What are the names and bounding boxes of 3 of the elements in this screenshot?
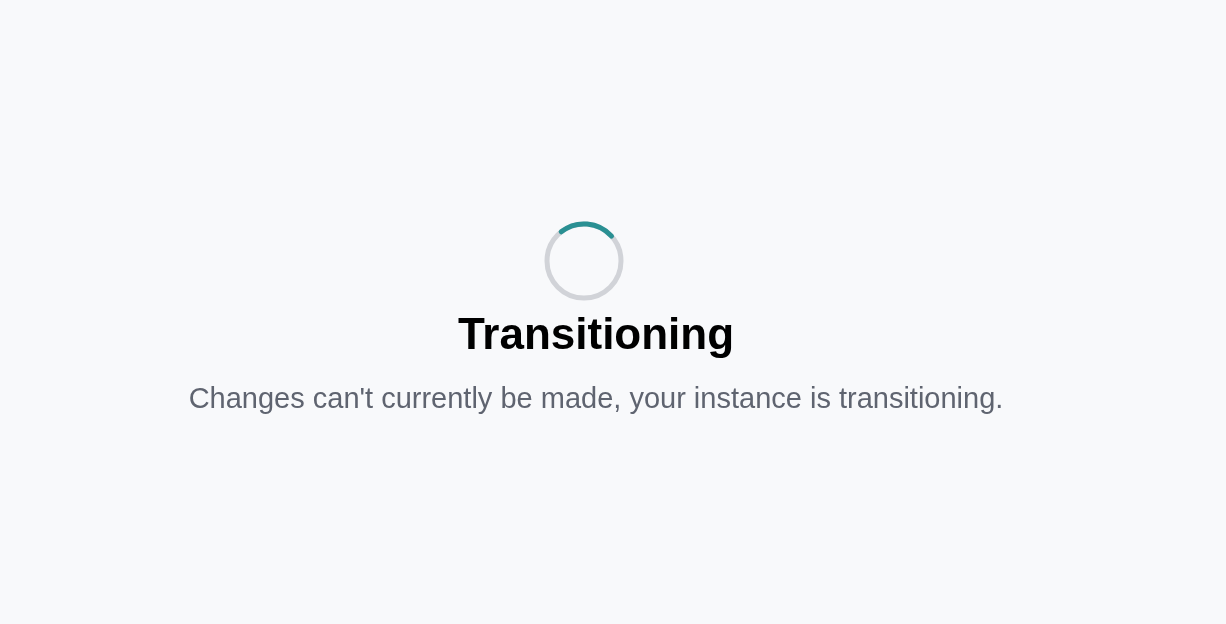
status-message: Changes can't currently be made, your instance is transitioning. xyxy=(188,381,1004,416)
page-title: Transitioning xyxy=(457,308,735,360)
loading-spinner-icon xyxy=(543,220,625,302)
